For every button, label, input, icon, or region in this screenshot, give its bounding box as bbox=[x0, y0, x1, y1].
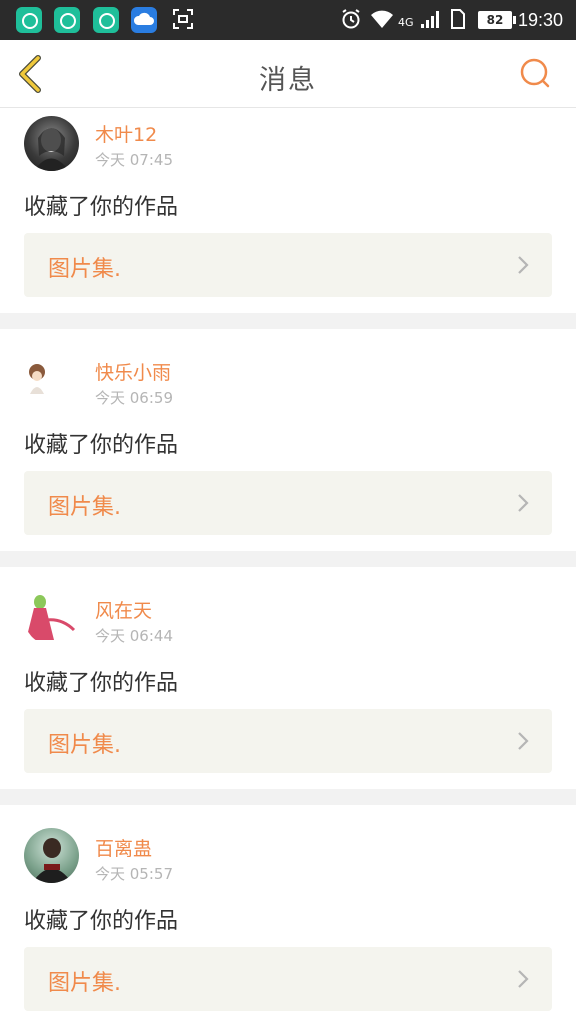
message-time: 今天 05:57 bbox=[95, 865, 173, 883]
message-action: 收藏了你的作品 bbox=[24, 433, 179, 458]
work-title: 图片集. bbox=[48, 257, 121, 282]
search-icon bbox=[520, 58, 550, 88]
message-time: 今天 06:44 bbox=[95, 627, 173, 645]
avatar[interactable] bbox=[24, 352, 79, 407]
app-store-icon bbox=[54, 7, 80, 33]
alarm-icon bbox=[340, 8, 362, 37]
username[interactable]: 百离蛊 bbox=[95, 834, 152, 861]
message-time: 今天 07:45 bbox=[95, 151, 173, 169]
app-store-icon bbox=[16, 7, 42, 33]
chevron-right-icon bbox=[518, 732, 529, 750]
app-store-icon bbox=[93, 7, 119, 33]
message-action: 收藏了你的作品 bbox=[24, 909, 179, 934]
status-bar: 4G 82 19:30 bbox=[0, 0, 576, 40]
message-card: 百离蛊 今天 05:57 收藏了你的作品 图片集. bbox=[0, 805, 576, 1024]
battery-icon: 82 bbox=[478, 11, 516, 29]
username[interactable]: 风在天 bbox=[95, 596, 152, 623]
message-time: 今天 06:59 bbox=[95, 389, 173, 407]
status-time: 19:30 bbox=[518, 10, 564, 30]
work-title: 图片集. bbox=[48, 495, 121, 520]
work-link[interactable]: 图片集. bbox=[24, 233, 552, 297]
page-title: 消息 bbox=[259, 65, 317, 96]
battery-level: 82 bbox=[486, 13, 504, 27]
chevron-right-icon bbox=[518, 970, 529, 988]
avatar[interactable] bbox=[24, 828, 79, 883]
work-title: 图片集. bbox=[48, 733, 121, 758]
divider bbox=[0, 789, 576, 805]
work-title: 图片集. bbox=[48, 971, 121, 996]
work-link[interactable]: 图片集. bbox=[24, 471, 552, 535]
cloud-icon bbox=[131, 7, 157, 33]
wifi-icon bbox=[370, 8, 394, 37]
message-card: 木叶12 今天 07:45 收藏了你的作品 图片集. bbox=[0, 109, 576, 313]
work-link[interactable]: 图片集. bbox=[24, 709, 552, 773]
search-button[interactable] bbox=[516, 54, 556, 94]
sim-icon bbox=[450, 8, 466, 37]
divider bbox=[0, 551, 576, 567]
message-card: 快乐小雨 今天 06:59 收藏了你的作品 图片集. bbox=[0, 329, 576, 551]
app-header: 消息 bbox=[0, 40, 576, 108]
avatar[interactable] bbox=[24, 116, 79, 171]
message-action: 收藏了你的作品 bbox=[24, 671, 179, 696]
work-link[interactable]: 图片集. bbox=[24, 947, 552, 1011]
username[interactable]: 快乐小雨 bbox=[95, 358, 171, 385]
chevron-right-icon bbox=[518, 256, 529, 274]
divider bbox=[0, 313, 576, 329]
screenshot-icon bbox=[172, 8, 194, 37]
message-list: 木叶12 今天 07:45 收藏了你的作品 图片集. 快乐小雨 今天 06:59… bbox=[0, 109, 576, 1024]
message-card: 风在天 今天 06:44 收藏了你的作品 图片集. bbox=[0, 567, 576, 789]
signal-icon bbox=[419, 8, 439, 37]
avatar[interactable] bbox=[24, 590, 79, 645]
message-action: 收藏了你的作品 bbox=[24, 195, 179, 220]
chevron-right-icon bbox=[518, 494, 529, 512]
network-type: 4G bbox=[398, 16, 414, 29]
username[interactable]: 木叶12 bbox=[95, 120, 157, 147]
